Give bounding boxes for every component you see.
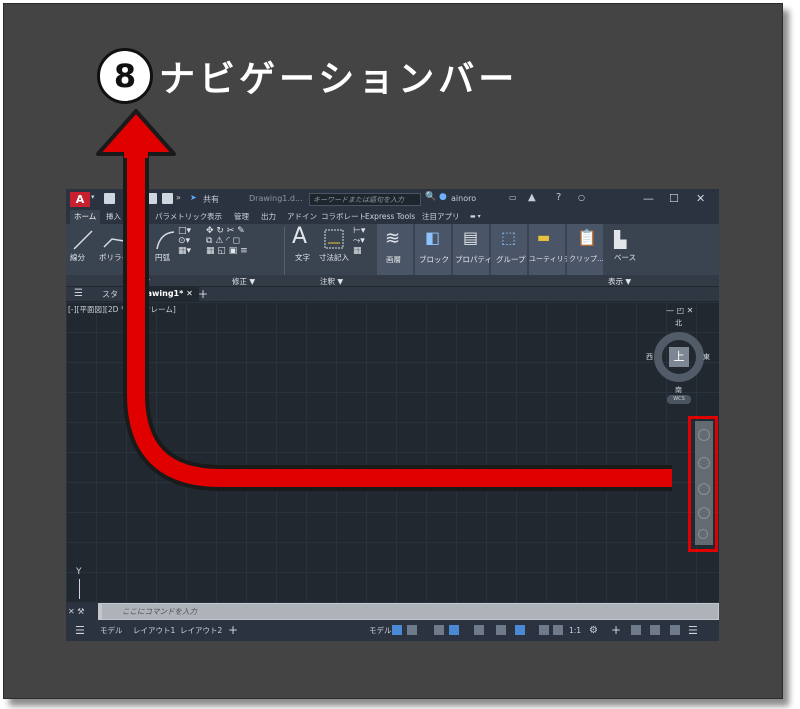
callout-arrow: [96, 109, 672, 491]
callout-arrow-shape: [96, 109, 672, 491]
